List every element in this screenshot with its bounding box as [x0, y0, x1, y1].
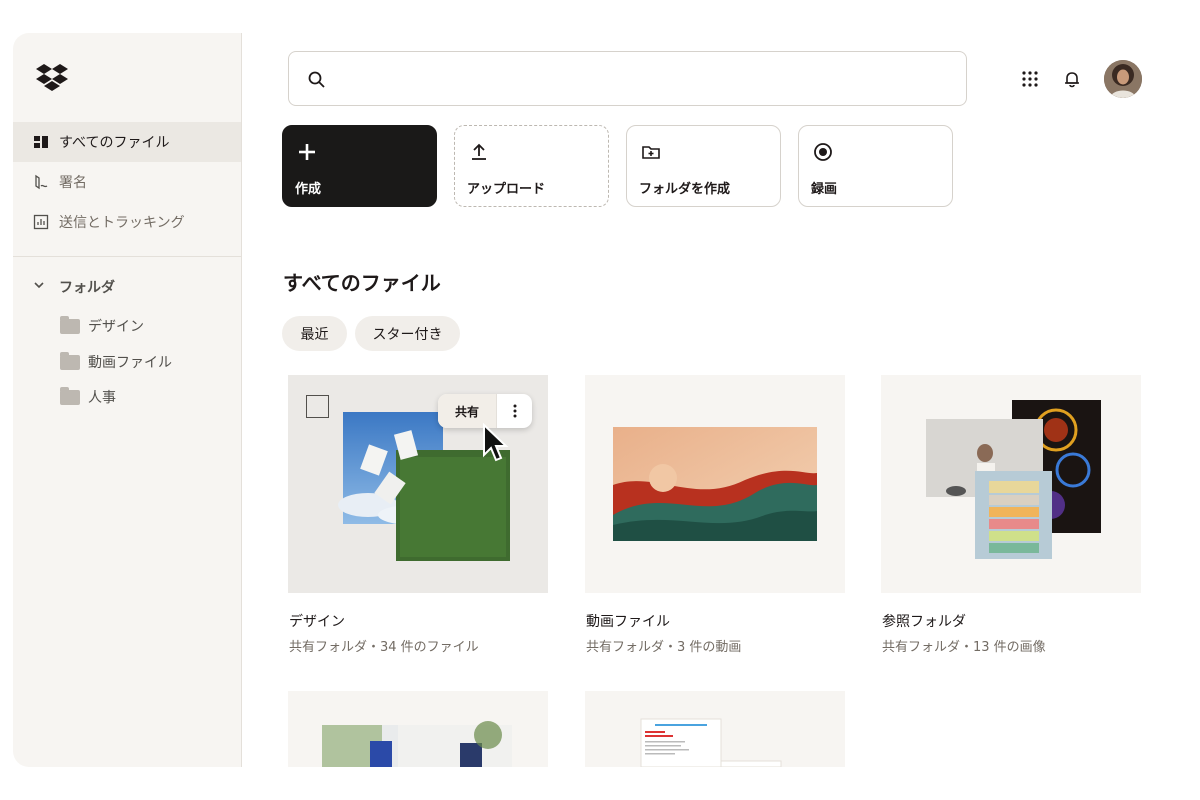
plus-icon [296, 141, 318, 163]
card-meta: 共有フォルダ・34 件のファイル [289, 640, 479, 655]
sidebar-folder-video[interactable]: 動画ファイル [60, 351, 172, 372]
sidebar-item-label: すべてのファイル [59, 135, 170, 151]
folder-icon [60, 315, 80, 334]
app-window: すべてのファイル 署名 送信とトラッキング フォルダ デザイン 動画ファイル 人… [13, 33, 1200, 767]
upload-button[interactable]: アップロード [454, 125, 609, 207]
card-title: デザイン [289, 614, 345, 630]
create-folder-button[interactable]: フォルダを作成 [626, 125, 781, 207]
create-button-label: 作成 [295, 182, 322, 197]
upload-icon [468, 141, 490, 163]
app-grid-icon[interactable] [1019, 68, 1041, 90]
sidebar-item-label: 署名 [59, 175, 87, 191]
select-checkbox[interactable] [306, 395, 329, 418]
sidebar: すべてのファイル 署名 送信とトラッキング フォルダ デザイン 動画ファイル 人… [13, 33, 242, 767]
dropbox-logo-icon[interactable] [35, 63, 69, 93]
mouse-cursor-icon [483, 423, 509, 462]
folder-icon [60, 351, 80, 370]
folder-card-partial[interactable] [288, 691, 548, 767]
folder-card-video[interactable]: 動画ファイル 共有フォルダ・3 件の動画 [585, 375, 845, 655]
record-button-label: 録画 [811, 182, 838, 197]
folder-card-design[interactable]: 共有 デザイン 共有フォルダ・34 件のファイル [288, 375, 548, 655]
folder-thumbnail[interactable] [881, 375, 1141, 593]
sidebar-item-signature[interactable]: 署名 [13, 162, 241, 202]
card-meta: 共有フォルダ・13 件の画像 [882, 640, 1046, 655]
folder-card-reference[interactable]: 参照フォルダ 共有フォルダ・13 件の画像 [881, 375, 1141, 655]
file-thumbnail[interactable] [585, 691, 845, 767]
card-title: 動画ファイル [586, 614, 670, 630]
card-title: 参照フォルダ [882, 614, 966, 630]
upload-button-label: アップロード [467, 182, 546, 197]
sidebar-folder-hr[interactable]: 人事 [60, 386, 116, 407]
create-button[interactable]: 作成 [282, 125, 437, 207]
create-folder-button-label: フォルダを作成 [639, 182, 731, 197]
signature-icon [33, 174, 49, 190]
bell-icon[interactable] [1061, 68, 1083, 90]
sidebar-folder-label: 人事 [88, 390, 116, 406]
folders-section-toggle[interactable]: フォルダ [33, 277, 115, 297]
search-bar[interactable] [288, 51, 967, 106]
folder-thumbnail[interactable] [585, 375, 845, 593]
folder-thumbnail[interactable] [288, 691, 548, 767]
sidebar-item-tracking[interactable]: 送信とトラッキング [13, 202, 241, 242]
files-icon [33, 134, 49, 150]
folder-plus-icon [640, 141, 662, 163]
sidebar-item-all-files[interactable]: すべてのファイル [13, 122, 241, 162]
search-icon [307, 70, 327, 90]
sidebar-folder-label: 動画ファイル [88, 355, 172, 371]
file-card-partial[interactable] [585, 691, 845, 767]
sidebar-divider [13, 256, 241, 257]
sidebar-folder-design[interactable]: デザイン [60, 315, 144, 336]
record-icon [812, 141, 834, 163]
sidebar-item-label: 送信とトラッキング [59, 215, 185, 231]
folders-heading: フォルダ [59, 280, 115, 296]
user-avatar[interactable] [1104, 60, 1142, 98]
folder-icon [60, 386, 80, 405]
chevron-down-icon [33, 279, 47, 295]
filter-chip-recent[interactable]: 最近 [282, 316, 347, 351]
card-meta: 共有フォルダ・3 件の動画 [586, 640, 742, 655]
search-input[interactable] [339, 62, 939, 96]
page-title: すべてのファイル [283, 271, 441, 295]
filter-chip-starred[interactable]: スター付き [355, 316, 460, 351]
sidebar-folder-label: デザイン [88, 319, 144, 335]
record-button[interactable]: 録画 [798, 125, 953, 207]
folder-thumbnail[interactable]: 共有 [288, 375, 548, 593]
tracking-chart-icon [33, 214, 49, 230]
